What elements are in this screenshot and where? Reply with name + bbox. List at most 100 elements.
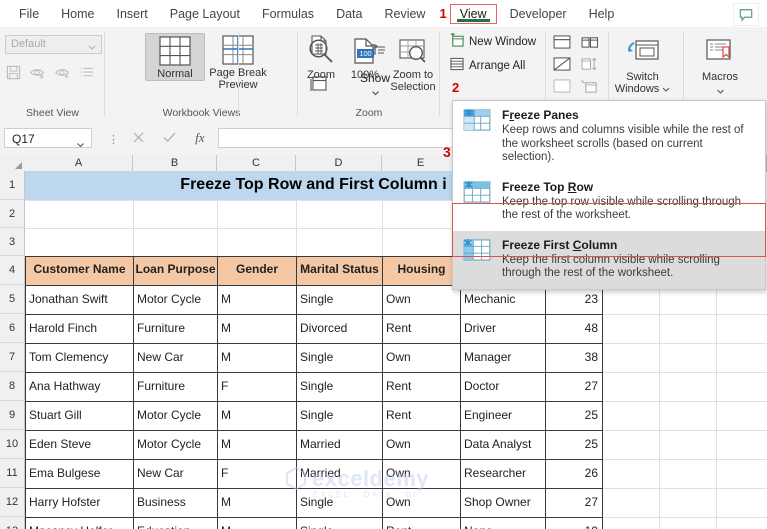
zoom-button[interactable]: Zoom: [300, 33, 342, 81]
zoom-100-button[interactable]: 100 100%: [344, 33, 386, 81]
table-row[interactable]: M: [217, 517, 297, 529]
table-row[interactable]: F: [217, 459, 297, 489]
normal-view-button[interactable]: Normal: [145, 33, 205, 81]
synchronous-scrolling-icon[interactable]: [581, 57, 599, 75]
ribbon-tab-review[interactable]: Review: [373, 3, 436, 25]
table-row[interactable]: Engineer: [460, 401, 546, 431]
view-side-by-side-icon[interactable]: [581, 35, 599, 52]
zoom-to-selection-button[interactable]: Zoom to Selection: [386, 33, 440, 93]
table-row[interactable]: Single: [296, 517, 383, 529]
row-header-2[interactable]: 2: [0, 200, 25, 228]
table-row[interactable]: None: [460, 517, 546, 529]
chevron-down-icon[interactable]: [662, 83, 670, 95]
comment-icon[interactable]: [733, 3, 759, 26]
table-row[interactable]: Motor Cycle: [133, 401, 218, 431]
table-row[interactable]: Own: [382, 459, 461, 489]
table-row[interactable]: 23: [545, 285, 603, 315]
table-row[interactable]: Harry Hofster: [25, 488, 134, 518]
ribbon-tab-help[interactable]: Help: [578, 3, 626, 25]
table-row[interactable]: M: [217, 285, 297, 315]
ribbon-tab-data[interactable]: Data: [325, 3, 373, 25]
row-header-5[interactable]: 5: [0, 285, 25, 314]
table-row[interactable]: Married: [296, 459, 383, 489]
ribbon-tab-formulas[interactable]: Formulas: [251, 3, 325, 25]
enter-icon[interactable]: [163, 131, 176, 146]
table-row[interactable]: Eden Steve: [25, 430, 134, 460]
table-row[interactable]: Own: [382, 488, 461, 518]
table-row[interactable]: Business: [133, 488, 218, 518]
column-header-B[interactable]: B: [133, 155, 217, 171]
row-header-3[interactable]: 3: [0, 228, 25, 256]
table-row[interactable]: Furniture: [133, 372, 218, 402]
table-row[interactable]: Rent: [382, 372, 461, 402]
macros-button[interactable]: Macros: [691, 33, 749, 97]
new-window-button[interactable]: New Window: [450, 33, 536, 50]
column-header-A[interactable]: A: [25, 155, 133, 171]
table-row[interactable]: Own: [382, 343, 461, 373]
sheet-view-combo[interactable]: Default: [5, 35, 102, 54]
table-row[interactable]: Researcher: [460, 459, 546, 489]
menu-item-freeze-panes[interactable]: Freeze Panes Keep rows and columns visibl…: [453, 101, 765, 173]
table-row[interactable]: Divorced: [296, 314, 383, 344]
select-all-corner[interactable]: [0, 155, 26, 171]
table-row[interactable]: New Car: [133, 343, 218, 373]
table-row[interactable]: Mechanic: [460, 285, 546, 315]
column-header-D[interactable]: D: [296, 155, 382, 171]
ribbon-tab-insert[interactable]: Insert: [106, 3, 159, 25]
row-header-11[interactable]: 11: [0, 459, 25, 488]
table-row[interactable]: Rent: [382, 401, 461, 431]
table-header-cell[interactable]: Customer Name: [25, 256, 134, 286]
table-row[interactable]: Ema Bulgese: [25, 459, 134, 489]
table-row[interactable]: Tom Clemency: [25, 343, 134, 373]
table-row[interactable]: Stuart Gill: [25, 401, 134, 431]
table-row[interactable]: M: [217, 430, 297, 460]
row-header-9[interactable]: 9: [0, 401, 25, 430]
table-header-cell[interactable]: Housing: [382, 256, 461, 286]
table-row[interactable]: 38: [545, 343, 603, 373]
table-row[interactable]: 26: [545, 459, 603, 489]
name-box[interactable]: Q17: [4, 128, 92, 148]
table-row[interactable]: Ana Hathway: [25, 372, 134, 402]
arrange-all-button[interactable]: Arrange All: [450, 57, 525, 74]
exit-sheet-view-icon[interactable]: [30, 66, 46, 82]
table-row[interactable]: Macancy Helfer: [25, 517, 134, 529]
row-header-1[interactable]: 1: [0, 171, 25, 200]
table-row[interactable]: Shop Owner: [460, 488, 546, 518]
chevron-down-icon[interactable]: [76, 134, 85, 154]
table-row[interactable]: Harold Finch: [25, 314, 134, 344]
table-row[interactable]: M: [217, 314, 297, 344]
table-header-cell[interactable]: Loan Purpose: [133, 256, 218, 286]
cancel-icon[interactable]: [133, 131, 144, 146]
row-header-6[interactable]: 6: [0, 314, 25, 343]
row-header-10[interactable]: 10: [0, 430, 25, 459]
sheet-view-options-icon[interactable]: [80, 66, 94, 82]
row-header-7[interactable]: 7: [0, 343, 25, 372]
table-row[interactable]: Single: [296, 401, 383, 431]
table-row[interactable]: M: [217, 343, 297, 373]
table-row[interactable]: F: [217, 372, 297, 402]
table-row[interactable]: 25: [545, 430, 603, 460]
table-row[interactable]: Furniture: [133, 314, 218, 344]
ribbon-tab-home[interactable]: Home: [50, 3, 105, 25]
table-row[interactable]: Married: [296, 430, 383, 460]
row-header-4[interactable]: 4: [0, 256, 25, 285]
ribbon-tab-file[interactable]: File: [8, 3, 50, 25]
table-row[interactable]: Single: [296, 372, 383, 402]
switch-windows-button[interactable]: Switch Windows: [615, 33, 670, 95]
reset-window-position-icon[interactable]: [581, 79, 599, 97]
row-header-13[interactable]: 13: [0, 517, 25, 529]
save-sheet-view-icon[interactable]: [6, 65, 21, 83]
table-row[interactable]: Data Analyst: [460, 430, 546, 460]
table-row[interactable]: New Car: [133, 459, 218, 489]
hide-window-icon[interactable]: [553, 57, 571, 74]
formula-bar-grip[interactable]: ⋮: [108, 133, 119, 146]
table-row[interactable]: 48: [545, 314, 603, 344]
table-row[interactable]: M: [217, 488, 297, 518]
table-row[interactable]: Driver: [460, 314, 546, 344]
table-row[interactable]: 27: [545, 488, 603, 518]
table-header-cell[interactable]: Gender: [217, 256, 297, 286]
unhide-window-icon[interactable]: [553, 79, 571, 96]
table-row[interactable]: 19: [545, 517, 603, 529]
table-row[interactable]: Motor Cycle: [133, 285, 218, 315]
insert-function-icon[interactable]: fx: [195, 130, 204, 146]
